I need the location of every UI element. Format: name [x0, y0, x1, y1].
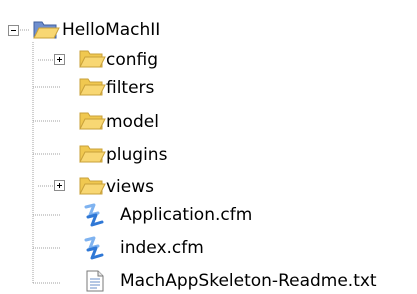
- folder-icon: [79, 145, 106, 163]
- tree-item-views[interactable]: views: [106, 174, 154, 200]
- project-tree: HelloMachII config filters model plugins…: [0, 0, 417, 293]
- folder-icon: [79, 112, 106, 130]
- tree-item-label: config: [106, 50, 159, 70]
- config-expand-toggle[interactable]: [54, 54, 65, 65]
- tree-item-filters[interactable]: filters: [106, 75, 154, 101]
- text-file-icon: [86, 270, 104, 292]
- tree-item-index-cfm[interactable]: index.cfm: [120, 235, 204, 261]
- views-expand-toggle[interactable]: [54, 180, 65, 191]
- tree-item-label: model: [106, 112, 159, 132]
- tree-item-config[interactable]: config: [106, 47, 158, 73]
- tree-item-readme-txt[interactable]: MachAppSkeleton-Readme.txt: [120, 268, 377, 294]
- tree-item-label: HelloMachII: [62, 20, 161, 40]
- tree-item-model[interactable]: model: [106, 109, 159, 135]
- tree-item-label: MachAppSkeleton-Readme.txt: [120, 271, 377, 291]
- tree-item-label: Application.cfm: [120, 205, 253, 225]
- open-folder-icon: [33, 21, 60, 39]
- cfm-file-icon: [84, 203, 104, 227]
- cfm-file-icon: [84, 236, 104, 260]
- tree-item-root[interactable]: HelloMachII: [62, 17, 160, 43]
- tree-item-label: views: [106, 177, 155, 197]
- tree-connector-lines: [18, 29, 60, 284]
- tree-item-label: index.cfm: [120, 238, 204, 258]
- tree-item-application-cfm[interactable]: Application.cfm: [120, 202, 252, 228]
- folder-icon: [79, 50, 106, 68]
- tree-item-plugins[interactable]: plugins: [106, 142, 167, 168]
- folder-icon: [79, 78, 106, 96]
- tree-item-label: filters: [106, 78, 155, 98]
- tree-item-label: plugins: [106, 145, 168, 165]
- folder-icon: [79, 177, 106, 195]
- root-collapse-toggle[interactable]: [8, 25, 19, 36]
